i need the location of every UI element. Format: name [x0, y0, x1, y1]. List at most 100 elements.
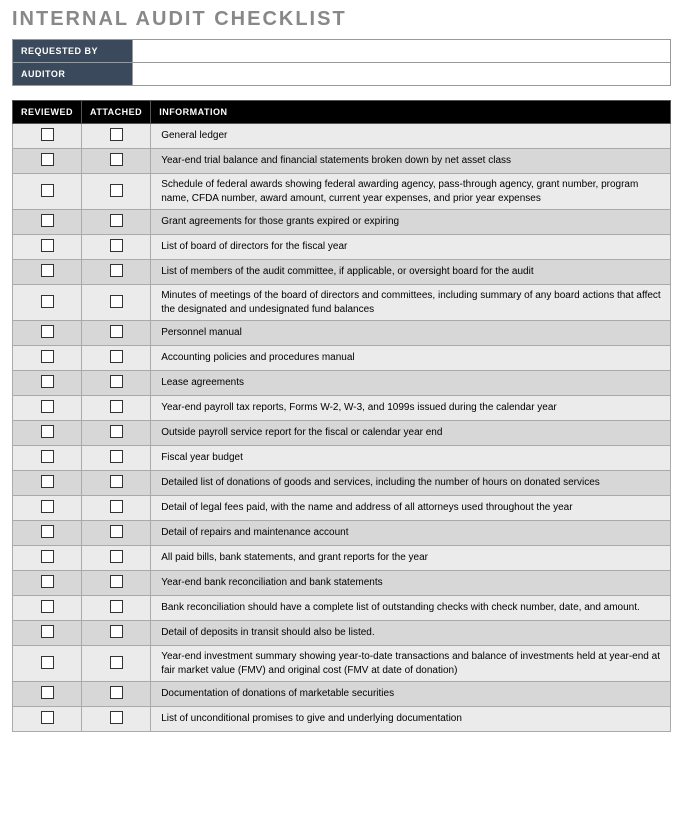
attached-checkbox[interactable] [110, 350, 123, 363]
checklist-table: REVIEWED ATTACHED INFORMATION General le… [12, 100, 671, 732]
table-row: Fiscal year budget [13, 446, 671, 471]
reviewed-checkbox[interactable] [41, 711, 54, 724]
table-row: Schedule of federal awards showing feder… [13, 174, 671, 210]
reviewed-checkbox[interactable] [41, 686, 54, 699]
reviewed-checkbox[interactable] [41, 295, 54, 308]
attached-checkbox[interactable] [110, 686, 123, 699]
reviewed-checkbox[interactable] [41, 264, 54, 277]
attached-checkbox[interactable] [110, 239, 123, 252]
info-cell: Fiscal year budget [151, 446, 671, 471]
attached-checkbox[interactable] [110, 153, 123, 166]
attached-checkbox[interactable] [110, 450, 123, 463]
info-cell: Schedule of federal awards showing feder… [151, 174, 671, 210]
table-row: Year-end bank reconciliation and bank st… [13, 571, 671, 596]
column-header-attached: ATTACHED [82, 101, 151, 124]
attached-checkbox[interactable] [110, 325, 123, 338]
info-cell: Detail of deposits in transit should als… [151, 621, 671, 646]
info-cell: Year-end bank reconciliation and bank st… [151, 571, 671, 596]
column-header-reviewed: REVIEWED [13, 101, 82, 124]
info-cell: Outside payroll service report for the f… [151, 421, 671, 446]
info-cell: Bank reconciliation should have a comple… [151, 596, 671, 621]
reviewed-checkbox[interactable] [41, 525, 54, 538]
reviewed-checkbox[interactable] [41, 184, 54, 197]
table-row: List of board of directors for the fisca… [13, 235, 671, 260]
requested-by-input[interactable] [133, 40, 671, 63]
attached-checkbox[interactable] [110, 575, 123, 588]
table-row: Outside payroll service report for the f… [13, 421, 671, 446]
info-cell: Minutes of meetings of the board of dire… [151, 285, 671, 321]
table-row: Lease agreements [13, 371, 671, 396]
info-cell: Year-end payroll tax reports, Forms W-2,… [151, 396, 671, 421]
info-cell: List of members of the audit committee, … [151, 260, 671, 285]
column-header-information: INFORMATION [151, 101, 671, 124]
reviewed-checkbox[interactable] [41, 625, 54, 638]
table-row: Documentation of donations of marketable… [13, 682, 671, 707]
requested-by-label: REQUESTED BY [13, 40, 133, 63]
reviewed-checkbox[interactable] [41, 550, 54, 563]
reviewed-checkbox[interactable] [41, 350, 54, 363]
reviewed-checkbox[interactable] [41, 239, 54, 252]
reviewed-checkbox[interactable] [41, 656, 54, 669]
attached-checkbox[interactable] [110, 184, 123, 197]
table-row: Detailed list of donations of goods and … [13, 471, 671, 496]
info-cell: List of board of directors for the fisca… [151, 235, 671, 260]
header-table: REQUESTED BY AUDITOR [12, 39, 671, 86]
table-row: Personnel manual [13, 321, 671, 346]
table-row: Detail of deposits in transit should als… [13, 621, 671, 646]
auditor-input[interactable] [133, 63, 671, 86]
info-cell: Year-end trial balance and financial sta… [151, 149, 671, 174]
reviewed-checkbox[interactable] [41, 214, 54, 227]
reviewed-checkbox[interactable] [41, 153, 54, 166]
table-row: Year-end trial balance and financial sta… [13, 149, 671, 174]
info-cell: All paid bills, bank statements, and gra… [151, 546, 671, 571]
reviewed-checkbox[interactable] [41, 500, 54, 513]
reviewed-checkbox[interactable] [41, 400, 54, 413]
attached-checkbox[interactable] [110, 550, 123, 563]
table-row: General ledger [13, 124, 671, 149]
info-cell: Personnel manual [151, 321, 671, 346]
reviewed-checkbox[interactable] [41, 425, 54, 438]
attached-checkbox[interactable] [110, 475, 123, 488]
info-cell: Year-end investment summary showing year… [151, 646, 671, 682]
page-title: INTERNAL AUDIT CHECKLIST [12, 8, 671, 31]
table-row: List of unconditional promises to give a… [13, 707, 671, 732]
table-row: List of members of the audit committee, … [13, 260, 671, 285]
reviewed-checkbox[interactable] [41, 600, 54, 613]
attached-checkbox[interactable] [110, 525, 123, 538]
reviewed-checkbox[interactable] [41, 575, 54, 588]
info-cell: Detail of repairs and maintenance accoun… [151, 521, 671, 546]
info-cell: Lease agreements [151, 371, 671, 396]
table-row: All paid bills, bank statements, and gra… [13, 546, 671, 571]
table-row: Minutes of meetings of the board of dire… [13, 285, 671, 321]
reviewed-checkbox[interactable] [41, 450, 54, 463]
reviewed-checkbox[interactable] [41, 325, 54, 338]
table-row: Bank reconciliation should have a comple… [13, 596, 671, 621]
table-row: Year-end payroll tax reports, Forms W-2,… [13, 396, 671, 421]
reviewed-checkbox[interactable] [41, 128, 54, 141]
info-cell: Documentation of donations of marketable… [151, 682, 671, 707]
info-cell: General ledger [151, 124, 671, 149]
table-row: Grant agreements for those grants expire… [13, 210, 671, 235]
attached-checkbox[interactable] [110, 214, 123, 227]
attached-checkbox[interactable] [110, 500, 123, 513]
attached-checkbox[interactable] [110, 711, 123, 724]
attached-checkbox[interactable] [110, 128, 123, 141]
attached-checkbox[interactable] [110, 295, 123, 308]
table-row: Detail of repairs and maintenance accoun… [13, 521, 671, 546]
info-cell: Accounting policies and procedures manua… [151, 346, 671, 371]
attached-checkbox[interactable] [110, 264, 123, 277]
attached-checkbox[interactable] [110, 656, 123, 669]
reviewed-checkbox[interactable] [41, 375, 54, 388]
info-cell: Detailed list of donations of goods and … [151, 471, 671, 496]
attached-checkbox[interactable] [110, 600, 123, 613]
attached-checkbox[interactable] [110, 425, 123, 438]
table-row: Year-end investment summary showing year… [13, 646, 671, 682]
reviewed-checkbox[interactable] [41, 475, 54, 488]
info-cell: Grant agreements for those grants expire… [151, 210, 671, 235]
table-row: Detail of legal fees paid, with the name… [13, 496, 671, 521]
auditor-label: AUDITOR [13, 63, 133, 86]
attached-checkbox[interactable] [110, 400, 123, 413]
attached-checkbox[interactable] [110, 625, 123, 638]
info-cell: List of unconditional promises to give a… [151, 707, 671, 732]
attached-checkbox[interactable] [110, 375, 123, 388]
